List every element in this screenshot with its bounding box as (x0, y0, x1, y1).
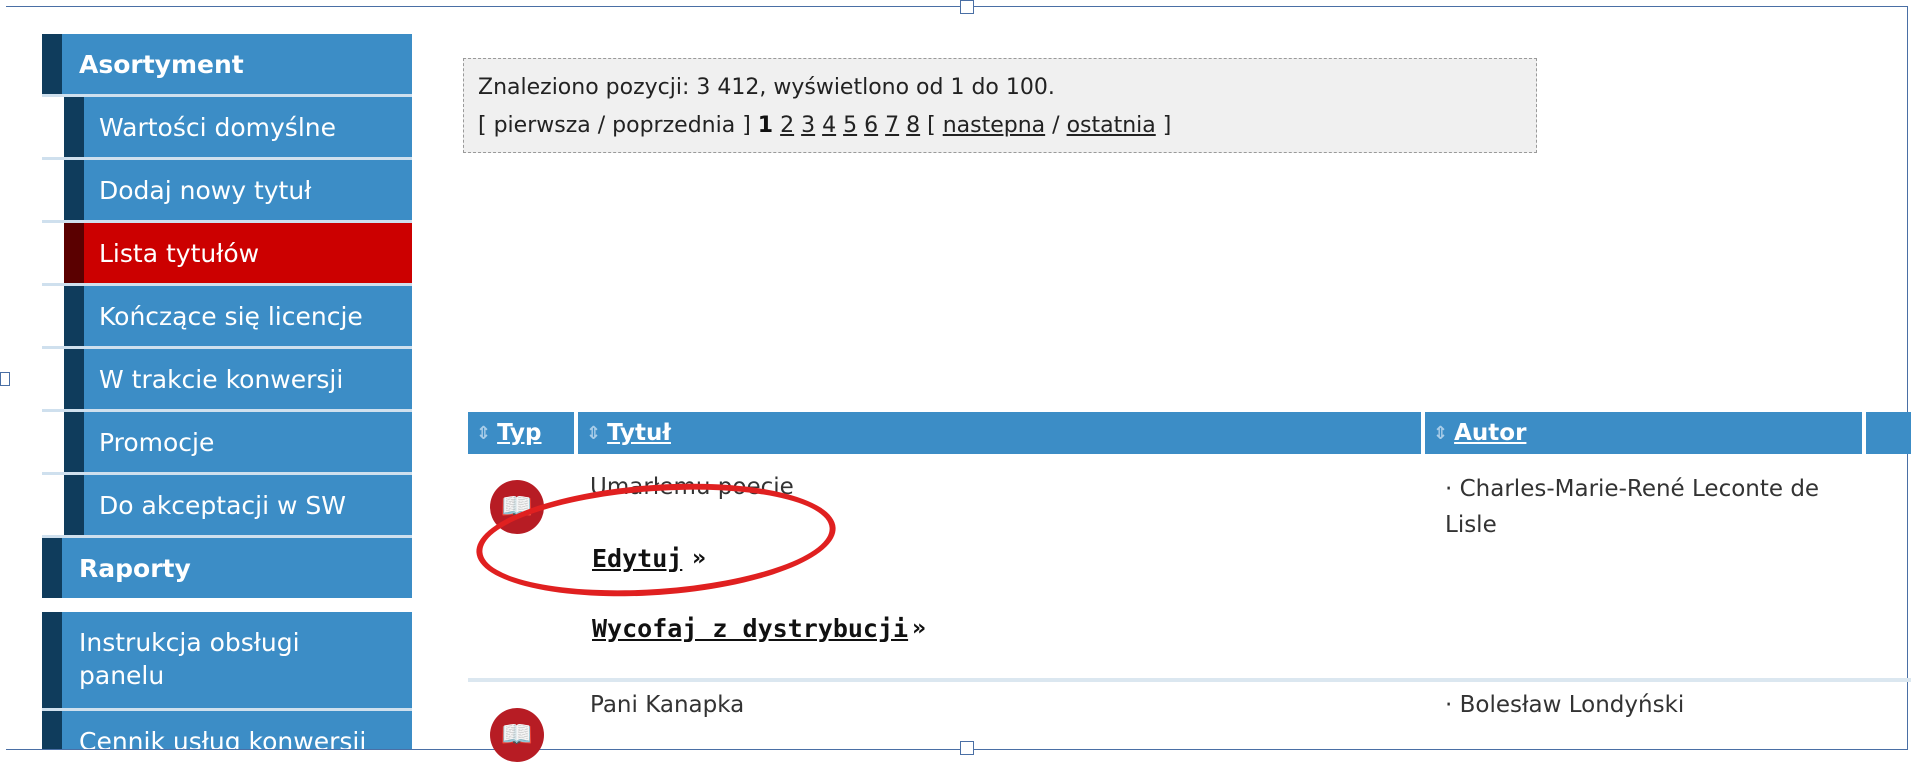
sidebar-item-title-list[interactable]: Lista tytułów (64, 223, 412, 283)
sidebar-item-manual[interactable]: Instrukcja obsługi panelu (42, 612, 412, 708)
sidebar-section-reports[interactable]: Raporty (42, 538, 412, 598)
pagination: [ pierwsza / poprzednia ] 1 2 3 4 5 6 7 … (478, 107, 1522, 145)
sidebar-item-default-values[interactable]: Wartości domyślne (64, 97, 412, 157)
row-author: · Charles-Marie-René Leconte de (1445, 476, 1820, 502)
sidebar-item-label: panelu (79, 661, 165, 690)
sidebar-item-price-list[interactable]: Cennik usług konwersji (42, 711, 412, 749)
pagination-page-7[interactable]: 7 (885, 113, 899, 138)
sidebar-section-assortment[interactable]: Asortyment (42, 34, 412, 94)
column-header-author-link[interactable]: Autor (1454, 420, 1526, 446)
sidebar-item-label: Cennik usług konwersji (79, 727, 367, 749)
column-header-extra[interactable] (1866, 412, 1911, 454)
resize-handle-bottom[interactable] (960, 741, 974, 755)
resize-handle-left[interactable] (0, 372, 10, 386)
sidebar-item-label: Dodaj nowy tytuł (99, 175, 312, 205)
bracket: ] (1162, 113, 1172, 138)
pagination-page-6[interactable]: 6 (864, 113, 878, 138)
column-header-title-link[interactable]: Tytuł (607, 420, 671, 446)
pagination-page-3[interactable]: 3 (801, 113, 815, 138)
results-summary: Znaleziono pozycji: 3 412, wyświetlono o… (478, 75, 1055, 100)
row-author: · Bolesław Londyński (1445, 692, 1685, 718)
sidebar-item-label: Instrukcja obsługi (79, 628, 300, 657)
row-title[interactable]: Pani Kanapka (590, 692, 744, 718)
pagination-page-5[interactable]: 5 (843, 113, 857, 138)
sidebar-item-expiring-licenses[interactable]: Kończące się licencje (64, 286, 412, 346)
sort-icon: ⇕ (586, 422, 602, 444)
pagination-current-page: 1 (757, 113, 774, 138)
pagination-last[interactable]: ostatnia (1067, 113, 1156, 138)
sidebar-item-label: Wartości domyślne (99, 112, 336, 142)
sidebar-item-label: Do akceptacji w SW (99, 490, 346, 520)
sidebar: Asortyment Wartości domyślne Dodaj nowy … (42, 34, 412, 749)
column-header-type[interactable]: ⇕ Typ (468, 412, 574, 454)
sidebar-section-label: Asortyment (79, 49, 244, 79)
sort-icon: ⇕ (1433, 422, 1449, 444)
bracket: [ (927, 113, 936, 138)
withdraw-arrow-icon: » (912, 616, 927, 641)
column-header-author[interactable]: ⇕ Autor (1425, 412, 1862, 454)
book-icon: 📖 (490, 708, 544, 762)
withdraw-link[interactable]: Wycofaj z dystrybucji (592, 614, 908, 643)
resize-handle-top[interactable] (960, 0, 974, 14)
divider (468, 678, 1911, 682)
bracket: ] (742, 113, 751, 138)
column-header-type-link[interactable]: Typ (497, 420, 541, 446)
pagination-page-2[interactable]: 2 (780, 113, 794, 138)
pagination-first: pierwsza (493, 113, 591, 138)
sidebar-item-label: W trakcie konwersji (99, 364, 344, 394)
row-author: Lisle (1445, 512, 1497, 538)
sidebar-section-label: Raporty (79, 553, 191, 583)
sidebar-item-add-title[interactable]: Dodaj nowy tytuł (64, 160, 412, 220)
bracket: [ (478, 113, 487, 138)
sidebar-item-to-accept[interactable]: Do akceptacji w SW (64, 475, 412, 535)
sidebar-item-label: Kończące się licencje (99, 301, 363, 331)
slash: / (597, 113, 606, 138)
pagination-page-8[interactable]: 8 (906, 113, 920, 138)
sidebar-item-label: Lista tytułów (99, 238, 260, 268)
sidebar-item-in-conversion[interactable]: W trakcie konwersji (64, 349, 412, 409)
pagination-page-4[interactable]: 4 (822, 113, 836, 138)
pagination-previous: poprzednia (612, 113, 736, 138)
pagination-next[interactable]: nastepna (943, 113, 1045, 138)
sort-icon: ⇕ (476, 422, 492, 444)
sidebar-item-label: Promocje (99, 427, 215, 457)
sidebar-item-promotions[interactable]: Promocje (64, 412, 412, 472)
results-info-box: Znaleziono pozycji: 3 412, wyświetlono o… (463, 58, 1537, 153)
column-header-title[interactable]: ⇕ Tytuł (578, 412, 1421, 454)
slash: / (1052, 113, 1060, 138)
